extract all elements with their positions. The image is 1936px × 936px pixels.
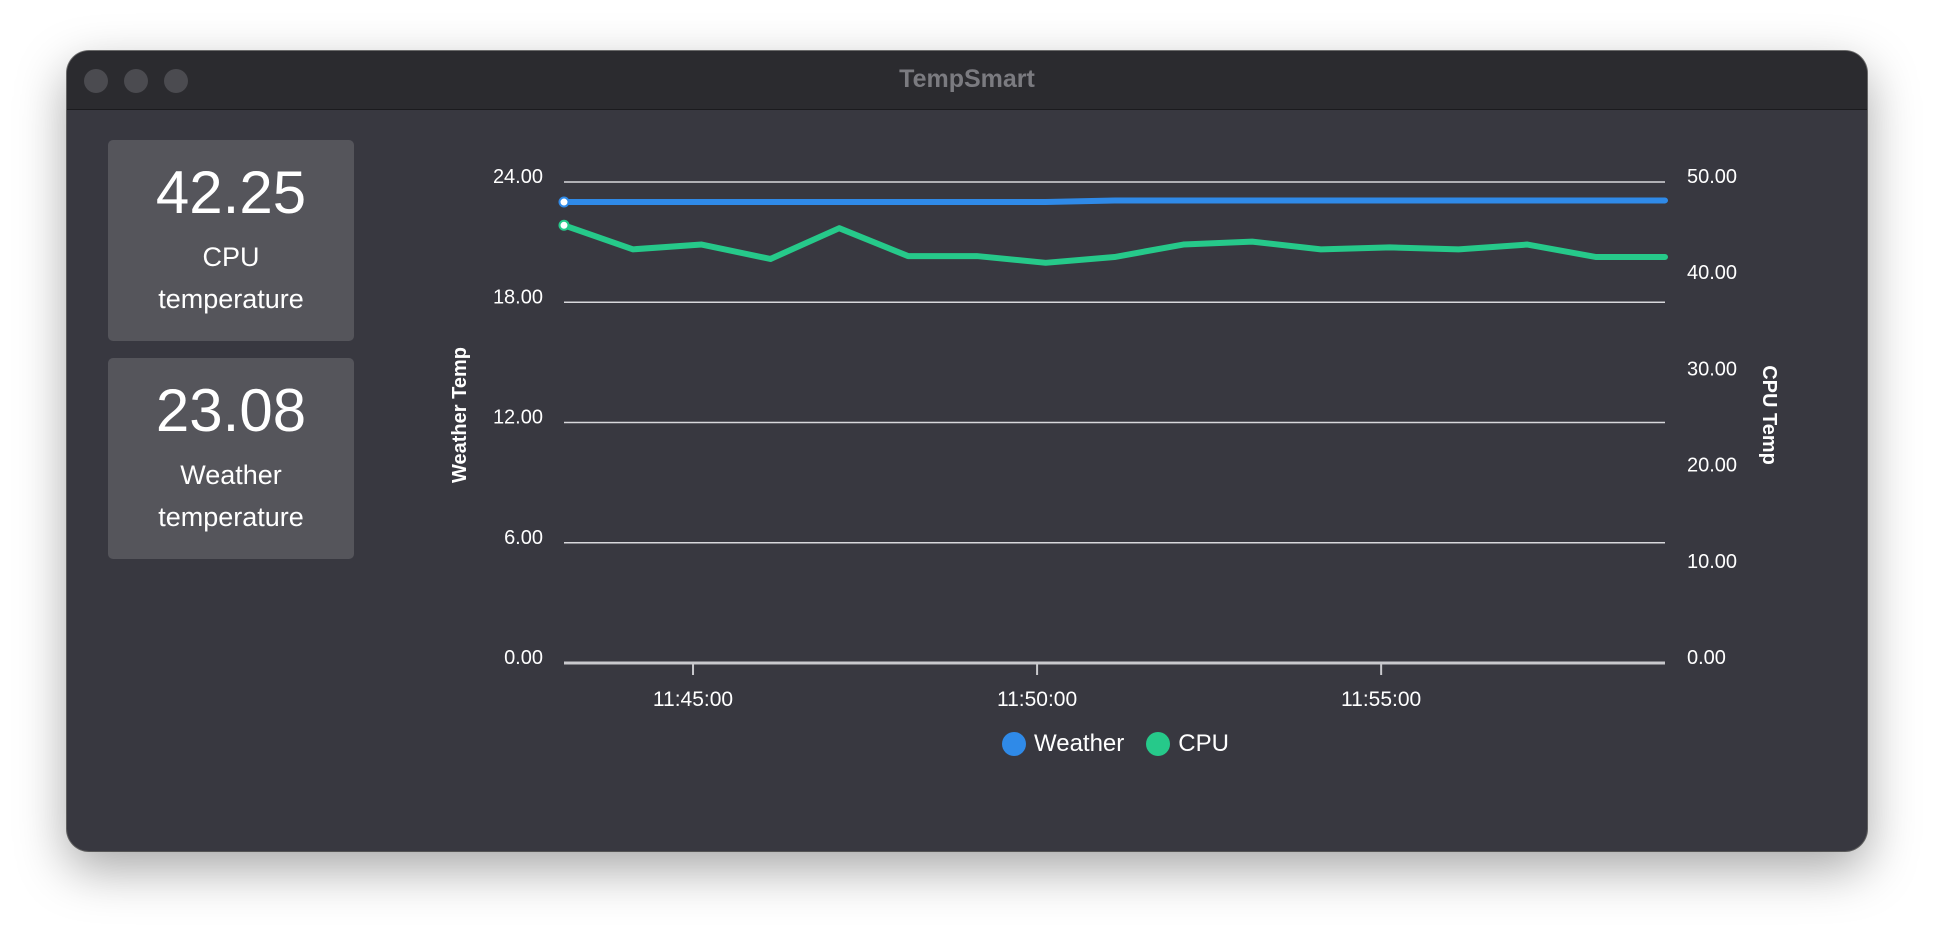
right-axis-tick-label: 10.00 (1687, 551, 1737, 573)
x-axis-tick-label: 11:50:00 (997, 688, 1077, 711)
right-axis-tick-label: 20.00 (1687, 455, 1737, 477)
right-axis-tick-label: 40.00 (1687, 262, 1737, 284)
weather-legend-swatch (1002, 732, 1026, 756)
right-axis-title: CPU Temp (1758, 365, 1780, 465)
x-axis-tick-label: 11:45:00 (653, 688, 733, 711)
series-point-cpu (558, 219, 570, 231)
series-line-weather (561, 197, 1668, 206)
legend-item-weather[interactable]: Weather (1002, 730, 1124, 758)
right-axis-tick-label: 30.00 (1687, 358, 1737, 380)
series-point-weather (558, 196, 570, 208)
legend-label-weather: Weather (1034, 730, 1125, 757)
app-window: TempSmart 42.25 CPU temperature 23.08 We… (67, 51, 1867, 851)
series-line-cpu (561, 222, 1668, 266)
left-axis-title: Weather Temp (449, 347, 471, 483)
left-axis-tick-label: 0.00 (504, 647, 543, 669)
left-axis-tick-label: 18.00 (493, 286, 543, 308)
legend-label-cpu: CPU (1178, 730, 1229, 757)
cpu-legend-swatch (1146, 732, 1171, 756)
chart-legend: Weather CPU (1002, 727, 1229, 761)
left-axis-tick-label: 24.00 (493, 166, 543, 188)
left-axis-tick-label: 12.00 (493, 407, 543, 429)
x-axis-tick-label: 11:55:00 (1341, 688, 1421, 711)
right-axis-tick-label: 0.00 (1687, 647, 1726, 669)
left-axis-tick-label: 6.00 (504, 527, 543, 549)
temperature-chart: 0.00 6.00 12.00 18.00 24.00 0.00 10.00 20.00 30.… (449, 166, 1780, 711)
legend-item-cpu[interactable]: CPU (1146, 730, 1229, 758)
right-axis-tick-label: 50.00 (1687, 166, 1737, 188)
